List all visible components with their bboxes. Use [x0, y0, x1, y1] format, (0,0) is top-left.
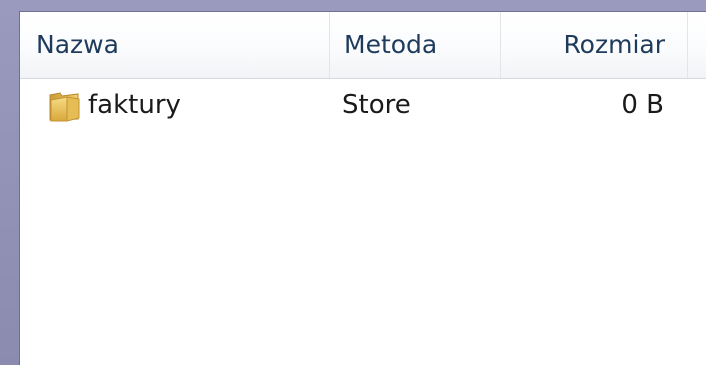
column-header-size[interactable]: Rozmiar: [501, 12, 688, 78]
file-list: faktury Store 0 B: [20, 79, 706, 131]
file-list-pane[interactable]: Nazwa Metoda Rozmiar faktury Store 0 B: [19, 11, 706, 365]
list-item[interactable]: faktury Store 0 B: [20, 79, 706, 131]
method-cell: Store: [342, 90, 411, 120]
column-header-row: Nazwa Metoda Rozmiar: [20, 12, 706, 79]
column-header-method[interactable]: Metoda: [330, 12, 501, 78]
name-cell: faktury: [34, 79, 324, 131]
size-cell: 0 B: [621, 90, 664, 120]
folder-icon: [49, 92, 80, 122]
file-name: faktury: [88, 90, 181, 120]
column-header-name[interactable]: Nazwa: [20, 12, 330, 78]
column-header-filler: [688, 12, 706, 78]
